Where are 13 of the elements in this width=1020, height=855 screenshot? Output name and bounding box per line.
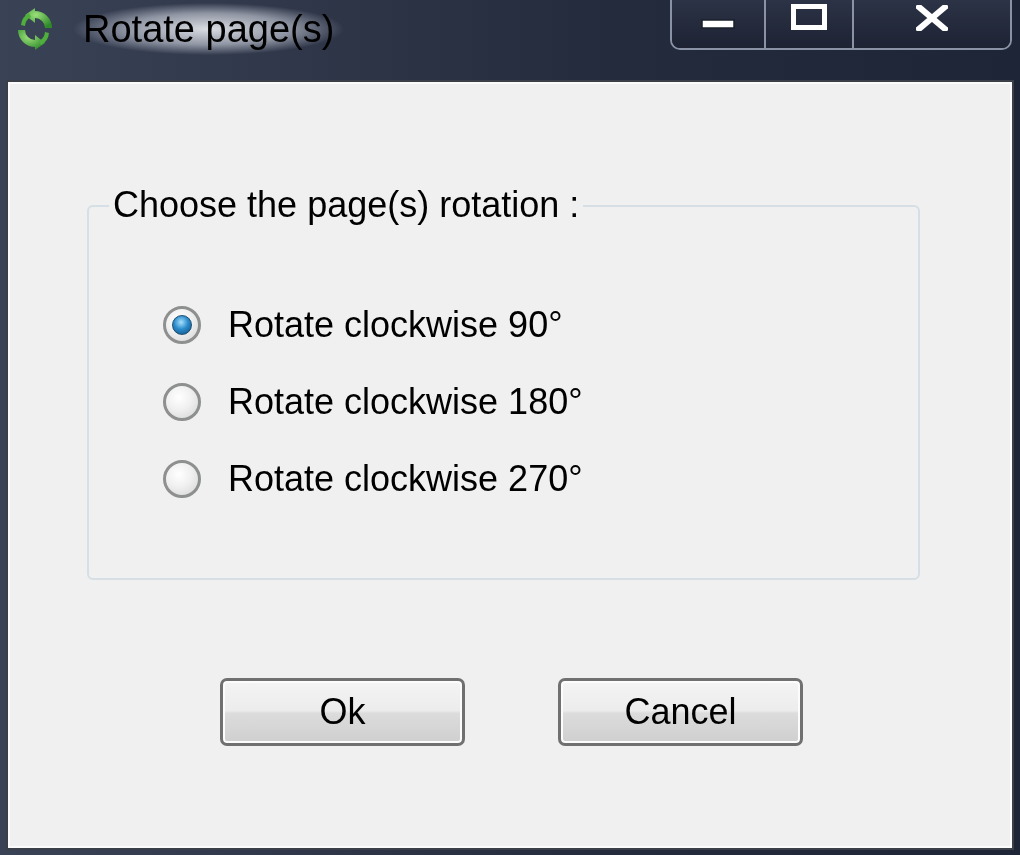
close-button[interactable]: [854, 0, 1010, 48]
maximize-button[interactable]: [766, 0, 854, 48]
minimize-button[interactable]: [672, 0, 766, 48]
circular-arrows-icon: [15, 8, 55, 50]
window-title: Rotate page(s): [73, 3, 345, 55]
minimize-icon: [701, 19, 735, 29]
radio-option[interactable]: Rotate clockwise 180°: [163, 383, 583, 421]
radio-option[interactable]: Rotate clockwise 270°: [163, 460, 583, 498]
radio-option[interactable]: Rotate clockwise 90°: [163, 306, 563, 344]
dialog-button[interactable]: Ok: [220, 678, 465, 746]
dialog-button[interactable]: Cancel: [558, 678, 803, 746]
close-icon: [916, 5, 948, 31]
maximize-icon: [791, 4, 827, 30]
